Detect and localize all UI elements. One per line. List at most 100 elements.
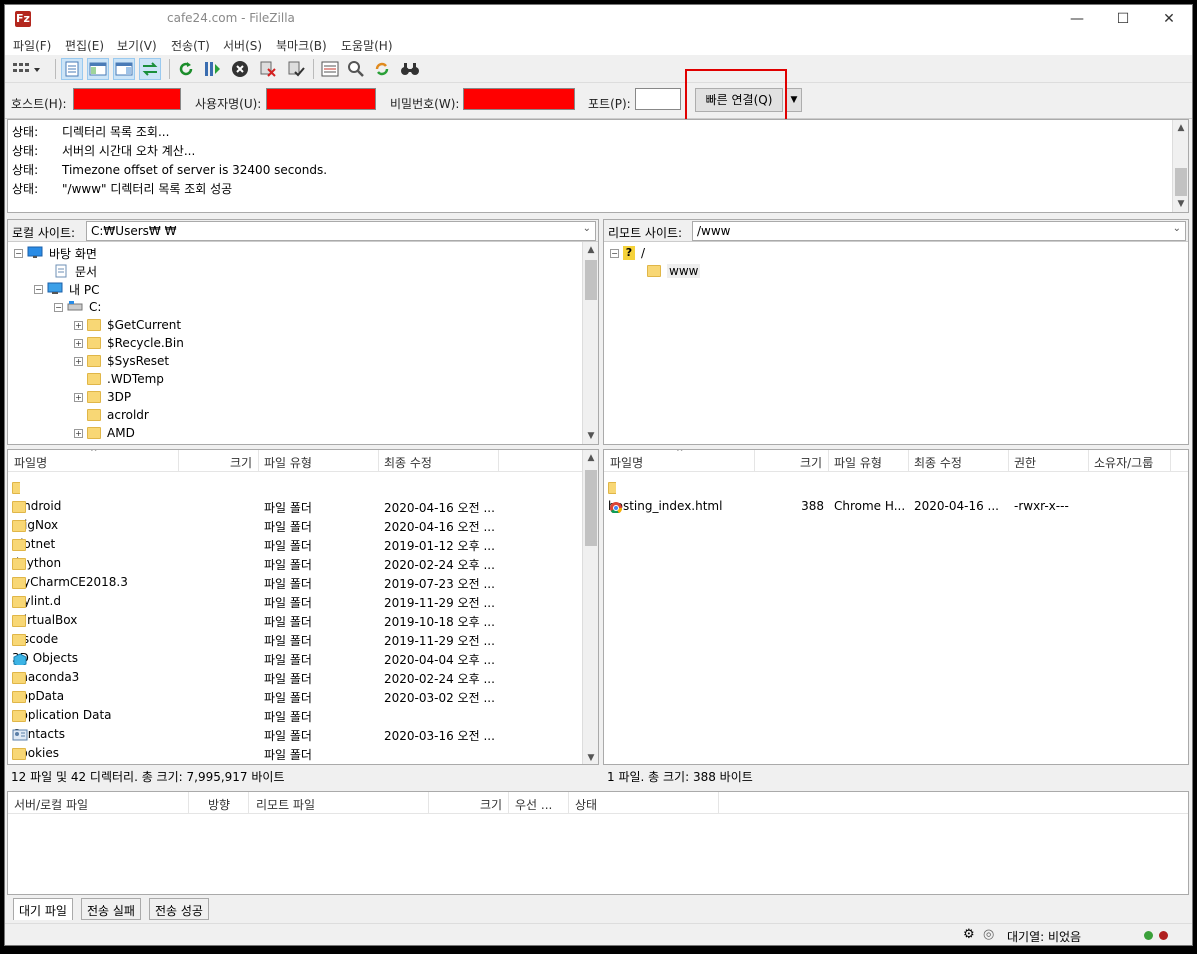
quickconnect-history-dropdown[interactable]: ▼: [786, 88, 802, 112]
scroll-down-icon[interactable]: ▼: [1173, 196, 1189, 212]
scroll-up-icon[interactable]: ▲: [583, 242, 598, 258]
sync-browse-icon[interactable]: [371, 58, 393, 80]
expand-icon[interactable]: +: [74, 338, 83, 348]
tree-item-desktop[interactable]: − 바탕 화면: [14, 244, 97, 262]
tree-item-folder[interactable]: + $GetCurrent: [74, 316, 181, 334]
table-row[interactable]: .vscode 파일 폴더 2019-11-29 오전 ...: [8, 630, 598, 649]
compare-icon[interactable]: [345, 58, 367, 80]
col-size[interactable]: 크기: [480, 796, 502, 813]
directory-filter-icon[interactable]: [319, 58, 341, 80]
table-row[interactable]: Application Data 파일 폴더: [8, 706, 598, 725]
col-server-local-file[interactable]: 서버/로컬 파일: [14, 796, 88, 813]
col-direction[interactable]: 방향: [208, 796, 230, 813]
col-modified[interactable]: 최종 수정: [914, 454, 962, 471]
disconnect-icon[interactable]: [257, 58, 279, 80]
tree-item-folder[interactable]: + $SysReset: [74, 352, 169, 370]
table-row[interactable]: .BigNox 파일 폴더 2020-04-16 오전 ...: [8, 516, 598, 535]
site-manager-icon[interactable]: [11, 58, 43, 80]
table-row[interactable]: AppData 파일 폴더 2020-03-02 오전 ...: [8, 687, 598, 706]
table-row[interactable]: hosting_index.html 388 Chrome H... 2020-04-…: [604, 497, 1188, 516]
log-scrollbar[interactable]: ▲ ▼: [1172, 120, 1188, 212]
col-owner[interactable]: 소유자/그룹: [1094, 454, 1153, 471]
maximize-button[interactable]: ☐: [1100, 5, 1146, 33]
collapse-icon[interactable]: −: [54, 302, 63, 312]
process-queue-icon[interactable]: [201, 58, 223, 80]
close-button[interactable]: ✕: [1146, 5, 1192, 33]
tree-item-folder[interactable]: +3DP: [74, 388, 131, 406]
menu-server[interactable]: 서버(S): [223, 37, 262, 54]
menu-view[interactable]: 보기(V): [117, 37, 157, 54]
tree-item-root[interactable]: − ? /: [610, 244, 645, 262]
table-row[interactable]: 3D Objects 파일 폴더 2020-04-04 오후 ...: [8, 649, 598, 668]
gear-icon[interactable]: ⚙: [963, 927, 975, 942]
table-row[interactable]: ..: [604, 478, 1188, 497]
toggle-queue-icon[interactable]: [139, 58, 161, 80]
scroll-thumb[interactable]: [585, 470, 597, 546]
expand-icon[interactable]: +: [74, 392, 83, 402]
col-filename[interactable]: 파일명: [610, 454, 643, 471]
menu-transfer[interactable]: 전송(T): [171, 37, 210, 54]
tree-item-c-drive[interactable]: − C:: [54, 298, 101, 316]
col-permissions[interactable]: 권한: [1014, 454, 1036, 471]
toggle-remote-tree-icon[interactable]: [113, 58, 135, 80]
refresh-icon[interactable]: [175, 58, 197, 80]
toggle-log-icon[interactable]: [61, 58, 83, 80]
table-row[interactable]: Contacts 파일 폴더 2020-03-16 오전 ...: [8, 725, 598, 744]
local-tree-scrollbar[interactable]: ▲ ▼: [582, 242, 598, 444]
tree-item-folder[interactable]: + $Recycle.Bin: [74, 334, 184, 352]
scroll-down-icon[interactable]: ▼: [583, 750, 598, 764]
expand-icon[interactable]: +: [74, 428, 83, 438]
username-input[interactable]: [266, 88, 376, 110]
col-modified[interactable]: 최종 수정: [384, 454, 432, 471]
chevron-down-icon[interactable]: ⌄: [583, 223, 591, 234]
table-row[interactable]: Cookies 파일 폴더: [8, 744, 598, 763]
table-row[interactable]: .dotnet 파일 폴더 2019-01-12 오후 ...: [8, 535, 598, 554]
tree-item-www[interactable]: www: [634, 262, 701, 280]
tab-successful-transfers[interactable]: 전송 성공: [149, 898, 209, 920]
scroll-up-icon[interactable]: ▲: [583, 450, 598, 466]
expand-icon[interactable]: +: [74, 320, 83, 330]
host-input[interactable]: [73, 88, 181, 110]
toggle-local-tree-icon[interactable]: [87, 58, 109, 80]
col-size[interactable]: 크기: [800, 454, 822, 471]
scroll-thumb[interactable]: [585, 260, 597, 300]
port-input[interactable]: [635, 88, 681, 110]
table-row[interactable]: .android 파일 폴더 2020-04-16 오전 ...: [8, 497, 598, 516]
tree-item-folder[interactable]: .WDTemp: [74, 370, 164, 388]
local-list-scrollbar[interactable]: ▲ ▼: [582, 450, 598, 764]
tab-failed-transfers[interactable]: 전송 실패: [81, 898, 141, 920]
search-icon[interactable]: [399, 58, 421, 80]
speed-limit-icon[interactable]: ◎: [983, 927, 994, 942]
table-row[interactable]: Anaconda3 파일 폴더 2020-02-24 오후 ...: [8, 668, 598, 687]
local-path-input[interactable]: C:₩Users₩ ₩ ⌄: [86, 221, 596, 241]
chevron-down-icon[interactable]: ⌄: [1173, 223, 1181, 234]
col-size[interactable]: 크기: [230, 454, 252, 471]
table-row[interactable]: .PyCharmCE2018.3 파일 폴더 2019-07-23 오전 ...: [8, 573, 598, 592]
col-type[interactable]: 파일 유형: [834, 454, 882, 471]
table-row[interactable]: .pylint.d 파일 폴더 2019-11-29 오전 ...: [8, 592, 598, 611]
reconnect-icon[interactable]: [285, 58, 307, 80]
col-filename[interactable]: 파일명: [14, 454, 47, 471]
tree-item-documents[interactable]: 문서: [40, 262, 97, 280]
scroll-thumb[interactable]: [1175, 168, 1187, 196]
cancel-icon[interactable]: [229, 58, 251, 80]
menu-edit[interactable]: 편집(E): [65, 37, 104, 54]
col-status[interactable]: 상태: [575, 796, 597, 813]
table-row[interactable]: ..: [8, 478, 598, 497]
tree-item-folder[interactable]: + AMD: [74, 424, 135, 442]
menu-help[interactable]: 도움말(H): [341, 37, 393, 54]
collapse-icon[interactable]: −: [34, 284, 43, 294]
table-row[interactable]: .VirtualBox 파일 폴더 2019-10-18 오후 ...: [8, 611, 598, 630]
minimize-button[interactable]: —: [1054, 5, 1100, 33]
collapse-icon[interactable]: −: [610, 248, 619, 258]
password-input[interactable]: [463, 88, 575, 110]
collapse-icon[interactable]: −: [14, 248, 23, 258]
remote-path-input[interactable]: /www ⌄: [692, 221, 1186, 241]
expand-icon[interactable]: +: [74, 356, 83, 366]
tab-queued-files[interactable]: 대기 파일: [13, 898, 73, 920]
col-type[interactable]: 파일 유형: [264, 454, 312, 471]
col-remote-file[interactable]: 리모트 파일: [256, 796, 315, 813]
scroll-up-icon[interactable]: ▲: [1173, 120, 1189, 136]
menu-bookmarks[interactable]: 북마크(B): [276, 37, 327, 54]
menu-file[interactable]: 파일(F): [13, 37, 51, 54]
